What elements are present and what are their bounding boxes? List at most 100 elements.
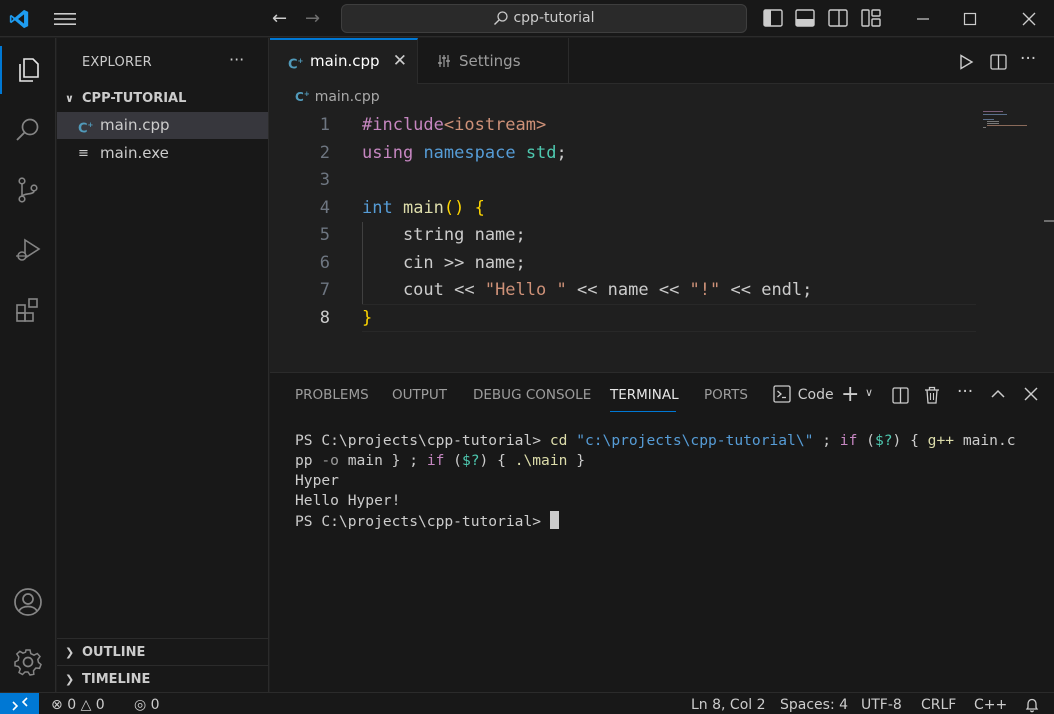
- file-item-main-cpp[interactable]: C+ main.cpp: [57, 112, 268, 139]
- chevron-down-icon[interactable]: ∨: [865, 386, 873, 399]
- problems-status[interactable]: ⊗ 0 △ 0: [51, 695, 105, 714]
- code-line[interactable]: 7 cout << "Hello " << name << "!" << end…: [270, 277, 980, 305]
- code-text: }: [362, 305, 372, 333]
- ports-status[interactable]: ◎ 0: [134, 695, 160, 714]
- back-arrow-icon[interactable]: ←: [272, 8, 287, 29]
- code-text: #include<iostream>: [362, 112, 546, 140]
- extensions-activity[interactable]: [0, 286, 56, 334]
- run-debug-activity[interactable]: [0, 226, 56, 274]
- cursor-position[interactable]: Ln 8, Col 2: [691, 695, 766, 714]
- editor-tabs: C+ main.cpp ✕ Settings ···: [270, 38, 1054, 84]
- tab-terminal[interactable]: TERMINAL: [610, 387, 679, 403]
- customize-layout-icon[interactable]: [861, 9, 881, 27]
- tab-label: Settings: [459, 52, 521, 70]
- code-line[interactable]: 3: [270, 167, 980, 195]
- command-center-search[interactable]: cpp-tutorial: [341, 4, 747, 33]
- files-icon: [19, 58, 39, 82]
- explorer-activity[interactable]: [0, 46, 56, 94]
- file-item-main-exe[interactable]: ≡ main.exe: [57, 140, 268, 167]
- settings-sliders-icon: [438, 55, 450, 67]
- sidebar-title: EXPLORER: [82, 55, 152, 70]
- remote-icon: [11, 697, 28, 711]
- code-line[interactable]: 2 using namespace std;: [270, 140, 980, 168]
- folder-cpp-tutorial[interactable]: ∨ CPP-TUTORIAL: [57, 88, 268, 110]
- toggle-secondary-sidebar-icon[interactable]: [828, 9, 848, 27]
- timeline-section[interactable]: ❯ TIMELINE: [57, 665, 268, 692]
- code-token: int: [362, 197, 393, 218]
- code-line[interactable]: 8}: [270, 305, 980, 333]
- minimize-button[interactable]: [900, 0, 946, 37]
- terminal-token: PS C:\projects\cpp-tutorial>: [295, 432, 550, 449]
- close-panel-icon[interactable]: [1024, 387, 1038, 401]
- split-terminal-icon[interactable]: [892, 387, 909, 404]
- bell-icon[interactable]: [1024, 697, 1040, 713]
- terminal-label: Code: [797, 387, 834, 403]
- more-actions-icon[interactable]: ···: [229, 50, 244, 69]
- tab-main-cpp[interactable]: C+ main.cpp ✕: [270, 38, 418, 84]
- menu-icon[interactable]: [54, 10, 76, 28]
- error-count: 0: [67, 697, 77, 713]
- run-icon[interactable]: [958, 54, 974, 70]
- more-actions-icon[interactable]: ···: [1020, 49, 1036, 69]
- source-control-activity[interactable]: [0, 166, 56, 214]
- outline-section[interactable]: ❯ OUTLINE: [57, 638, 268, 665]
- tab-settings[interactable]: Settings: [419, 38, 569, 84]
- line-number: 4: [319, 197, 330, 218]
- code-line[interactable]: 1 #include<iostream>: [270, 112, 980, 140]
- tab-problems[interactable]: PROBLEMS: [295, 387, 369, 403]
- explorer-sidebar: EXPLORER ··· ∨ CPP-TUTORIAL C+ main.cpp …: [57, 38, 269, 692]
- section-label: TIMELINE: [82, 672, 151, 687]
- more-actions-icon[interactable]: ···: [957, 382, 973, 402]
- file-label: main.cpp: [100, 116, 170, 134]
- tab-debug-console[interactable]: DEBUG CONSOLE: [473, 387, 591, 403]
- terminal-token: main.c: [954, 432, 1016, 449]
- close-window-button[interactable]: [1006, 0, 1052, 37]
- code-line[interactable]: 5 string name;: [270, 222, 980, 250]
- split-editor-icon[interactable]: [990, 54, 1007, 70]
- warning-icon: △: [80, 697, 92, 713]
- code-token: (): [443, 197, 465, 218]
- code-token: string name;: [362, 225, 526, 245]
- manage-activity[interactable]: [0, 638, 56, 686]
- tab-output[interactable]: OUTPUT: [392, 387, 447, 403]
- close-tab-icon[interactable]: ✕: [393, 40, 407, 82]
- minimap[interactable]: [983, 110, 1043, 130]
- activity-bar: [0, 38, 56, 692]
- chevron-up-icon[interactable]: [990, 388, 1006, 400]
- close-icon: [1022, 12, 1036, 25]
- accounts-activity[interactable]: [0, 578, 56, 626]
- code-line[interactable]: 6 cin >> name;: [270, 250, 980, 278]
- encoding[interactable]: UTF-8: [861, 695, 902, 714]
- account-icon: [14, 588, 42, 616]
- terminal-token: (: [857, 432, 875, 449]
- terminal-token: }: [567, 452, 585, 469]
- terminal-token: (: [444, 452, 462, 469]
- code-token: std: [525, 142, 557, 163]
- terminal-selector[interactable]: Code: [773, 385, 834, 403]
- terminal-output[interactable]: PS C:\projects\cpp-tutorial> cd "c:\proj…: [295, 431, 1016, 532]
- search-activity[interactable]: [0, 106, 56, 154]
- toggle-panel-icon[interactable]: [795, 9, 815, 27]
- bottom-panel: PROBLEMS OUTPUT DEBUG CONSOLE TERMINAL P…: [270, 372, 1054, 692]
- trash-icon[interactable]: [924, 386, 940, 404]
- tab-ports[interactable]: PORTS: [704, 387, 748, 403]
- breadcrumb[interactable]: C+ main.cpp: [295, 89, 380, 105]
- language-mode[interactable]: C++: [974, 695, 1007, 714]
- code-editor[interactable]: 1 #include<iostream> 2 using namespace std;…: [270, 112, 980, 372]
- new-terminal-plus-icon[interactable]: +: [841, 382, 859, 407]
- extensions-icon: [16, 298, 38, 322]
- terminal-line: Hello Hyper!: [295, 491, 1016, 511]
- code-line[interactable]: 4 int main() {: [270, 195, 980, 223]
- code-token: }: [362, 307, 373, 328]
- line-number: 1: [319, 115, 330, 135]
- code-token: ;: [556, 142, 567, 163]
- toggle-primary-sidebar-icon[interactable]: [763, 9, 783, 27]
- code-text: cout << "Hello " << name << "!" << endl;: [362, 277, 812, 305]
- indentation[interactable]: Spaces: 4: [780, 695, 848, 714]
- maximize-button[interactable]: [947, 0, 993, 37]
- forward-arrow-icon[interactable]: →: [305, 8, 320, 29]
- cpp-file-icon: C+: [288, 57, 304, 73]
- vscode-logo-icon: [9, 9, 29, 29]
- end-of-line[interactable]: CRLF: [921, 695, 956, 714]
- remote-indicator[interactable]: [0, 693, 39, 714]
